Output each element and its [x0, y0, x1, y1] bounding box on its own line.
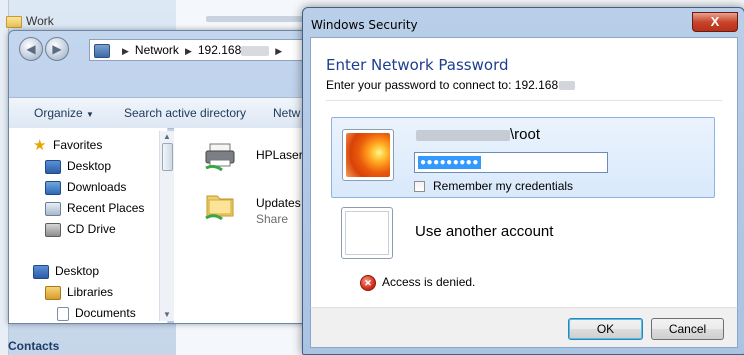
organize-menu[interactable]: Organize ▼	[34, 106, 94, 120]
remember-credentials-checkbox[interactable]	[414, 181, 425, 193]
nav-desktop-root[interactable]: Desktop	[33, 264, 99, 279]
navigation-row: ◀ ▶ ▶ Network ▶ 192.168 ▶	[9, 31, 309, 65]
dialog-title: Windows Security	[311, 18, 418, 32]
content-pane: HPLaserJe Updates Share	[174, 128, 309, 323]
downloads-icon	[45, 180, 61, 195]
share-updates[interactable]: Updates	[256, 196, 301, 210]
desktop-icon	[45, 159, 61, 174]
credential-tile[interactable]: \root ●●●●●●●●● Remember my credentials	[331, 117, 715, 198]
nav-cd-drive[interactable]: CD Drive	[45, 222, 116, 237]
close-button[interactable]: X	[692, 12, 738, 32]
redacted-text	[559, 81, 576, 91]
error-icon: ✕	[360, 275, 376, 291]
recent-places-icon	[45, 201, 61, 216]
dialog-subheading: Enter your password to connect to: 192.1…	[326, 78, 576, 92]
navigation-pane: ★ Favorites Desktop Downloads Recent Plac…	[9, 128, 168, 323]
scroll-down-icon[interactable]: ▼	[160, 309, 174, 321]
close-icon: X	[710, 14, 720, 29]
nav-documents[interactable]: Documents	[57, 306, 136, 321]
scroll-thumb[interactable]	[162, 143, 173, 171]
libraries-icon	[45, 285, 61, 300]
nav-recent-places[interactable]: Recent Places	[45, 201, 144, 216]
flower-picture-icon	[346, 133, 390, 177]
desktop-icon	[33, 264, 49, 279]
address-bar[interactable]: ▶ Network ▶ 192.168 ▶	[89, 39, 309, 61]
cd-drive-icon	[45, 222, 61, 237]
shared-folder-icon[interactable]	[204, 188, 236, 220]
background-tree-item: Work	[6, 14, 54, 28]
remember-credentials-row[interactable]: Remember my credentials	[414, 179, 573, 193]
explorer-window: ◀ ▶ ▶ Network ▶ 192.168 ▶ Organize ▼ Search …	[8, 30, 310, 324]
nav-downloads[interactable]: Downloads	[45, 180, 126, 195]
back-button[interactable]: ◀	[19, 37, 43, 61]
password-field[interactable]: ●●●●●●●●●	[414, 152, 608, 173]
windows-security-dialog: Windows Security X Enter Network Passwor…	[302, 7, 744, 355]
nav-desktop[interactable]: Desktop	[45, 159, 111, 174]
error-message: ✕ Access is denied.	[360, 275, 475, 291]
redacted-text	[416, 129, 510, 141]
scroll-up-icon[interactable]: ▲	[160, 131, 174, 143]
blank-avatar	[341, 207, 393, 259]
nav-favorites[interactable]: ★ Favorites	[33, 138, 102, 153]
share-type-label: Share	[256, 212, 289, 226]
dialog-heading: Enter Network Password	[326, 56, 509, 74]
remember-credentials-label: Remember my credentials	[433, 179, 574, 193]
cancel-button[interactable]: Cancel	[651, 318, 724, 340]
breadcrumb-arrow-icon: ▶	[122, 46, 129, 56]
ok-button[interactable]: OK	[568, 318, 643, 340]
forward-button[interactable]: ▶	[45, 37, 69, 61]
breadcrumb-network[interactable]: Network	[135, 43, 179, 57]
navigation-scrollbar[interactable]: ▲ ▼	[159, 131, 174, 321]
dialog-footer: OK Cancel	[310, 307, 738, 348]
star-icon: ★	[33, 136, 47, 154]
blank-avatar-frame	[345, 211, 389, 255]
dialog-body: Enter Network Password Enter your passwo…	[310, 37, 738, 309]
breadcrumb-host[interactable]: 192.168	[198, 43, 241, 57]
document-icon	[57, 306, 69, 321]
printer-icon[interactable]	[204, 140, 236, 172]
divider	[326, 100, 722, 101]
redacted-text	[241, 45, 270, 56]
dropdown-arrow-icon: ▼	[86, 110, 94, 119]
nav-libraries[interactable]: Libraries	[45, 285, 113, 300]
network-menu[interactable]: Netw	[273, 106, 300, 120]
use-another-account-tile[interactable]: Use another account	[331, 203, 713, 265]
explorer-toolbar: Organize ▼ Search active directory Netw	[9, 97, 309, 129]
background-contacts-label: Contacts	[8, 339, 60, 353]
breadcrumb-arrow-icon: ▶	[184, 46, 192, 56]
user-avatar	[342, 129, 394, 181]
password-mask: ●●●●●●●●●	[418, 156, 481, 169]
username-label: \root	[416, 126, 540, 143]
search-active-directory-button[interactable]: Search active directory	[124, 106, 246, 120]
breadcrumb-arrow-icon: ▶	[275, 46, 283, 56]
use-another-account-label: Use another account	[415, 223, 554, 240]
network-icon	[94, 43, 110, 58]
folder-icon	[6, 15, 22, 28]
